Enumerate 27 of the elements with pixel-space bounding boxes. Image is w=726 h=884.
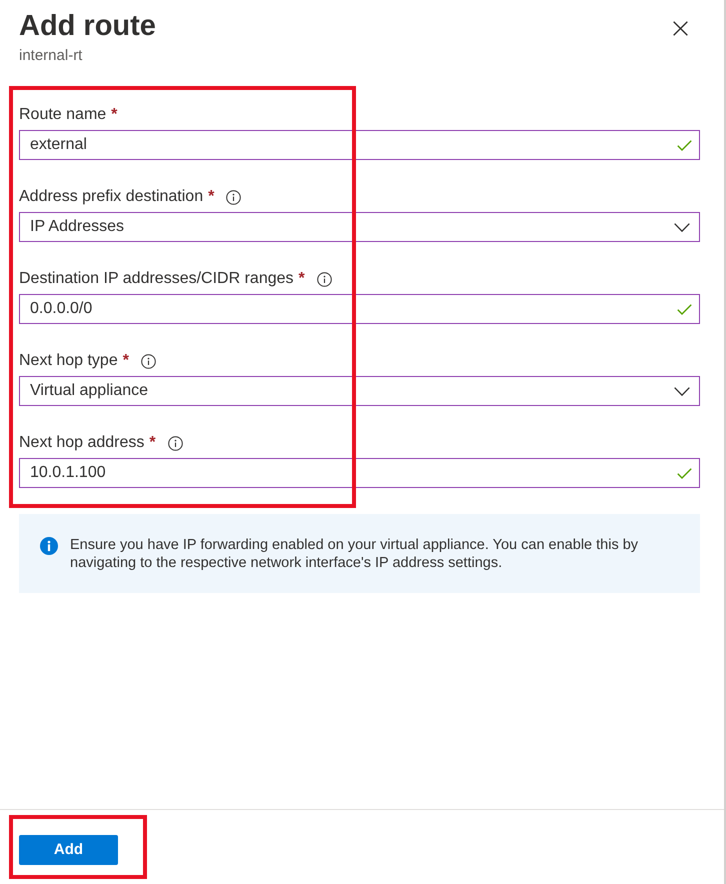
info-icon[interactable] bbox=[226, 190, 242, 204]
panel-title: Add route bbox=[19, 9, 156, 44]
add-button[interactable]: Add bbox=[19, 835, 118, 865]
info-message: Ensure you have IP forwarding enabled on your virtual appliance. You can enable this by navigating to the respective network interface's IP address settings. bbox=[70, 536, 640, 572]
close-icon[interactable] bbox=[673, 21, 688, 36]
info-icon bbox=[40, 537, 58, 555]
required-asterisk: * bbox=[149, 433, 156, 453]
info-icon[interactable] bbox=[168, 436, 183, 450]
field-label: Next hop type bbox=[19, 351, 118, 371]
info-icon[interactable] bbox=[140, 354, 156, 368]
text-field[interactable]: 0.0.0.0/0 bbox=[19, 294, 700, 324]
info-icon[interactable] bbox=[316, 272, 332, 286]
field-label: Destination IP addresses/CIDR ranges bbox=[19, 269, 294, 289]
field-label: Next hop address bbox=[19, 433, 144, 453]
dropdown[interactable]: IP Addresses bbox=[19, 212, 700, 242]
required-asterisk: * bbox=[122, 351, 129, 371]
required-asterisk: * bbox=[298, 269, 305, 289]
panel-subtitle: internal-rt bbox=[19, 47, 82, 65]
dropdown[interactable]: Virtual appliance bbox=[19, 376, 700, 406]
field-label: Address prefix destination bbox=[19, 187, 204, 207]
field-label: Route name bbox=[19, 105, 106, 125]
text-field[interactable]: external bbox=[19, 130, 700, 160]
chevron-down-icon bbox=[674, 222, 690, 232]
chevron-down-icon bbox=[674, 386, 690, 396]
text-field[interactable]: 10.0.1.100 bbox=[19, 458, 700, 488]
required-asterisk: * bbox=[208, 187, 214, 207]
required-asterisk: * bbox=[111, 105, 118, 125]
